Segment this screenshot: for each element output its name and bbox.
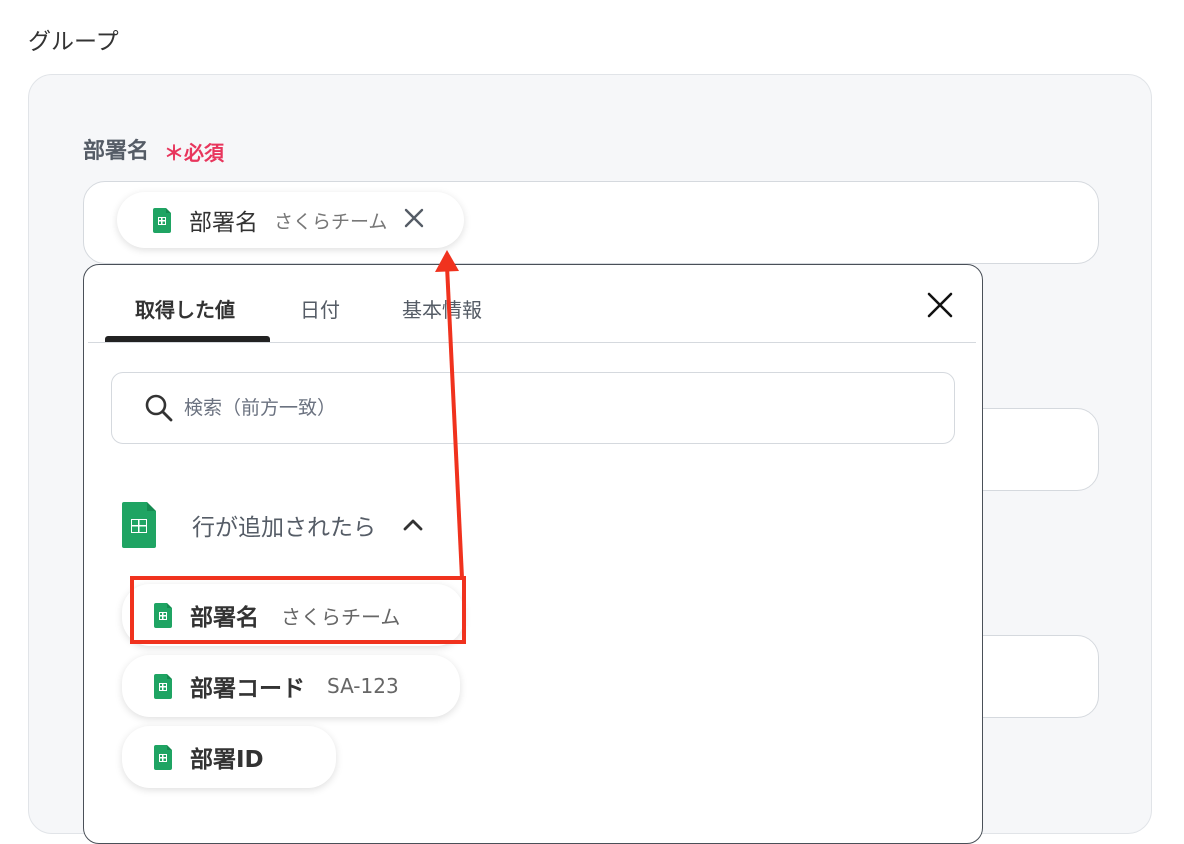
annotation-arrow xyxy=(435,250,464,579)
